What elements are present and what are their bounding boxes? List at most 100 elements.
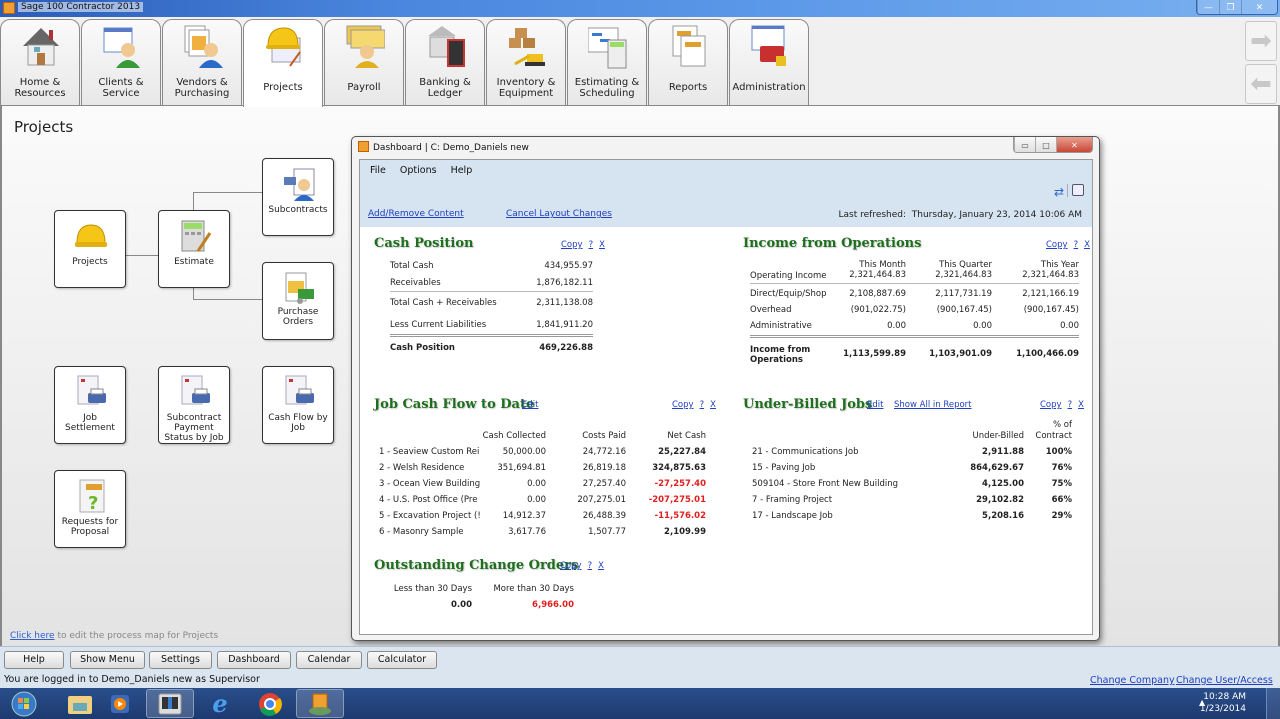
income-value: (900,167.45) [936,305,992,315]
menu-file[interactable]: File [370,165,386,176]
cancel-layout-changes-link[interactable]: Cancel Layout Changes [506,209,612,219]
close-widget-link[interactable]: X [1084,240,1090,250]
calculator-button[interactable]: Calculator [367,651,437,669]
calendar-button[interactable]: Calendar [296,651,362,669]
dashboard-menu: File Options Help [370,165,472,176]
tab-home-resources[interactable]: Home & Resources [0,19,80,105]
close-widget-link[interactable]: X [710,400,716,410]
media-player-icon [111,694,129,713]
settings-button[interactable]: Settings [149,651,212,669]
dashboard-title: Dashboard | C: Demo_Daniels new [358,141,529,153]
process-node-projects[interactable]: Projects [54,210,126,288]
income-row-label: Operating Income [750,271,827,281]
taskbar-chrome[interactable] [246,689,294,718]
jcf-costs-paid: 207,275.01 [577,495,626,505]
help-link[interactable]: ? [589,240,594,250]
taskbar-media-player[interactable] [96,689,144,718]
income-row-label: Direct/Equip/Shop [750,289,827,299]
refresh-icon[interactable]: ⇄ [1054,185,1064,199]
toolbar-separator [1067,184,1068,197]
menu-options[interactable]: Options [400,165,437,176]
dashboard-button[interactable]: Dashboard [217,651,291,669]
node-label: Subcontracts [268,205,328,215]
process-node-estimate[interactable]: Estimate [158,210,230,288]
help-link[interactable]: ? [700,400,705,410]
process-node-requests-for-proposal[interactable]: ? Requests for Proposal [54,470,126,548]
edit-link[interactable]: Edit [867,400,883,410]
cash-row-label: Less Current Liabilities [390,320,487,330]
process-node-purchase-orders[interactable]: Purchase Orders [262,262,334,340]
forward-button[interactable]: ➡ [1245,21,1277,61]
ub-job-name: 17 - Landscape Job [752,511,833,521]
edit-link[interactable]: Edit [522,400,538,410]
edit-process-map-link[interactable]: Click here [10,631,55,641]
purchase-order-icon [285,272,314,304]
close-button[interactable]: ✕ [1241,0,1277,14]
ub-col-header: % of Contract [1035,420,1072,441]
change-user-access-link[interactable]: Change User/Access [1176,675,1273,686]
menu-help[interactable]: Help [451,165,473,176]
income-value: 0.00 [887,321,906,331]
folder-icon [68,695,92,714]
change-company-link[interactable]: Change Company [1090,675,1175,686]
process-node-job-settlement[interactable]: Job Settlement [54,366,126,444]
hardhat-icon [266,27,301,67]
show-desktop-button[interactable] [1266,688,1280,719]
back-button[interactable]: ⬅ [1245,64,1277,104]
jcf-net-cash: -11,576.02 [654,511,706,521]
tab-label: Home & Resources [14,77,66,99]
cash-total-label: Cash Position [390,343,455,353]
process-node-subcontracts[interactable]: Subcontracts [262,158,334,236]
dashboard-minimize-button[interactable]: ▭ [1014,137,1035,152]
dashboard-maximize-button[interactable]: □ [1035,137,1056,152]
close-widget-link[interactable]: X [1078,400,1084,410]
taskbar-sage[interactable] [296,689,344,718]
jcf-job-name: 3 - Ocean View Building [379,479,481,489]
help-link[interactable]: ? [1068,400,1073,410]
close-widget-link[interactable]: X [598,561,604,571]
copy-link[interactable]: Copy [672,400,694,410]
help-link[interactable]: ? [1074,240,1079,250]
page-title: Projects [14,118,74,136]
copy-link[interactable]: Copy [561,240,583,250]
help-button[interactable]: Help [4,651,64,669]
system-clock[interactable]: 10:28 AM 1/23/2014 [1200,691,1246,715]
income-col-header: This Year [1040,260,1079,270]
minimize-button[interactable]: — [1197,0,1219,14]
process-node-subcontract-payment-status[interactable]: Subcontract Payment Status by Job [158,366,230,444]
cash-row-label: Receivables [390,278,441,288]
show-all-in-report-link[interactable]: Show All in Report [894,400,972,410]
ub-pct-of-contract: 66% [1051,495,1072,505]
dashboard-close-button[interactable]: ✕ [1056,137,1092,152]
report-print-icon [285,375,314,405]
taskbar-app-window[interactable] [146,689,194,718]
tab-inventory-equipment[interactable]: Inventory & Equipment [486,19,566,105]
income-value: 0.00 [973,321,992,331]
tab-projects[interactable]: Projects [243,19,323,107]
taskbar-internet-explorer[interactable]: e [196,689,244,718]
start-button[interactable] [0,689,48,718]
tab-label: Estimating & Scheduling [574,77,640,99]
tab-reports[interactable]: Reports [648,19,728,105]
restore-button[interactable]: ❐ [1219,0,1241,14]
print-icon[interactable] [1072,184,1084,196]
tab-vendors-purchasing[interactable]: Vendors & Purchasing [162,19,242,105]
copy-link[interactable]: Copy [1046,240,1068,250]
tab-payroll[interactable]: Payroll [324,19,404,105]
help-link[interactable]: ? [588,561,593,571]
show-menu-button[interactable]: Show Menu [70,651,145,669]
close-widget-link[interactable]: X [599,240,605,250]
tab-banking-ledger[interactable]: Banking & Ledger [405,19,485,105]
report-print-icon [77,375,106,405]
copy-link[interactable]: Copy [560,561,582,571]
tab-label: Vendors & Purchasing [174,77,230,99]
tab-label: Banking & Ledger [419,77,471,99]
copy-link[interactable]: Copy [1040,400,1062,410]
jcf-col-header: Costs Paid [582,431,626,441]
tab-clients-service[interactable]: Clients & Service [81,19,161,105]
tab-estimating-scheduling[interactable]: Estimating & Scheduling [567,19,647,105]
process-node-cash-flow-by-job[interactable]: Cash Flow by Job [262,366,334,444]
ub-pct-of-contract: 100% [1045,447,1072,457]
tab-administration[interactable]: Administration [729,19,809,105]
add-remove-content-link[interactable]: Add/Remove Content [368,209,464,219]
